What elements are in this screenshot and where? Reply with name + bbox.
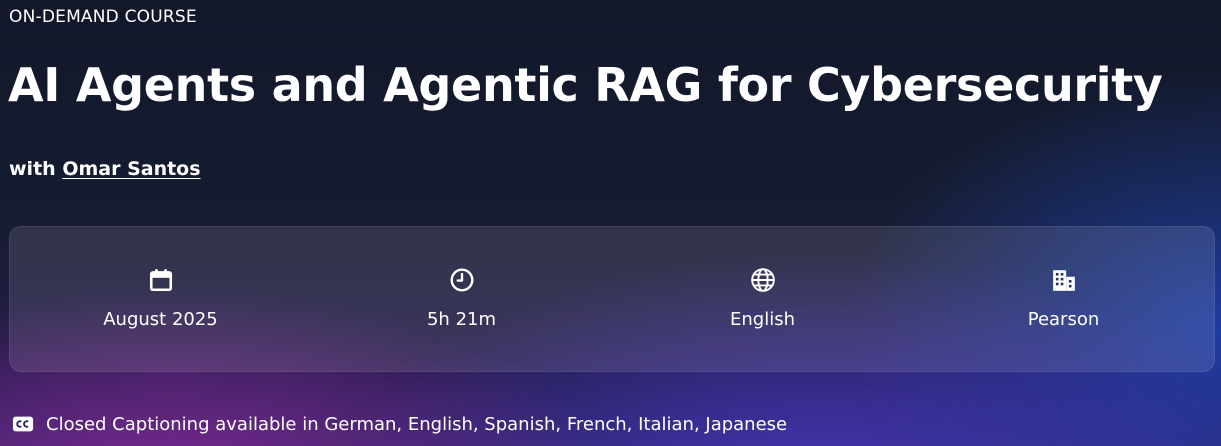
calendar-icon xyxy=(149,269,172,292)
meta-publisher: Pearson xyxy=(913,227,1214,371)
closed-captioning-info: Closed Captioning available in German, E… xyxy=(12,413,787,435)
building-icon xyxy=(1052,270,1075,291)
course-title: AI Agents and Agentic RAG for Cybersecur… xyxy=(8,58,1163,112)
course-type-label: ON-DEMAND COURSE xyxy=(9,7,197,27)
closed-captioning-text: Closed Captioning available in German, E… xyxy=(46,413,788,435)
meta-language: English xyxy=(612,227,913,371)
globe-icon xyxy=(750,268,775,292)
meta-publisher-value: Pearson xyxy=(1027,309,1100,330)
author-link[interactable]: Omar Santos xyxy=(62,158,200,180)
meta-duration: 5h 21m xyxy=(311,227,612,371)
clock-icon xyxy=(450,268,473,292)
meta-duration-value: 5h 21m xyxy=(426,309,497,330)
closed-caption-icon xyxy=(12,416,34,432)
meta-language-value: English xyxy=(730,309,795,330)
meta-release-date-value: August 2025 xyxy=(103,309,218,330)
byline-prefix: with xyxy=(9,158,56,180)
course-meta-panel: August 2025 5h 21m English Pearson xyxy=(9,226,1215,372)
author-byline: with Omar Santos xyxy=(9,158,201,180)
meta-release-date: August 2025 xyxy=(10,227,311,371)
